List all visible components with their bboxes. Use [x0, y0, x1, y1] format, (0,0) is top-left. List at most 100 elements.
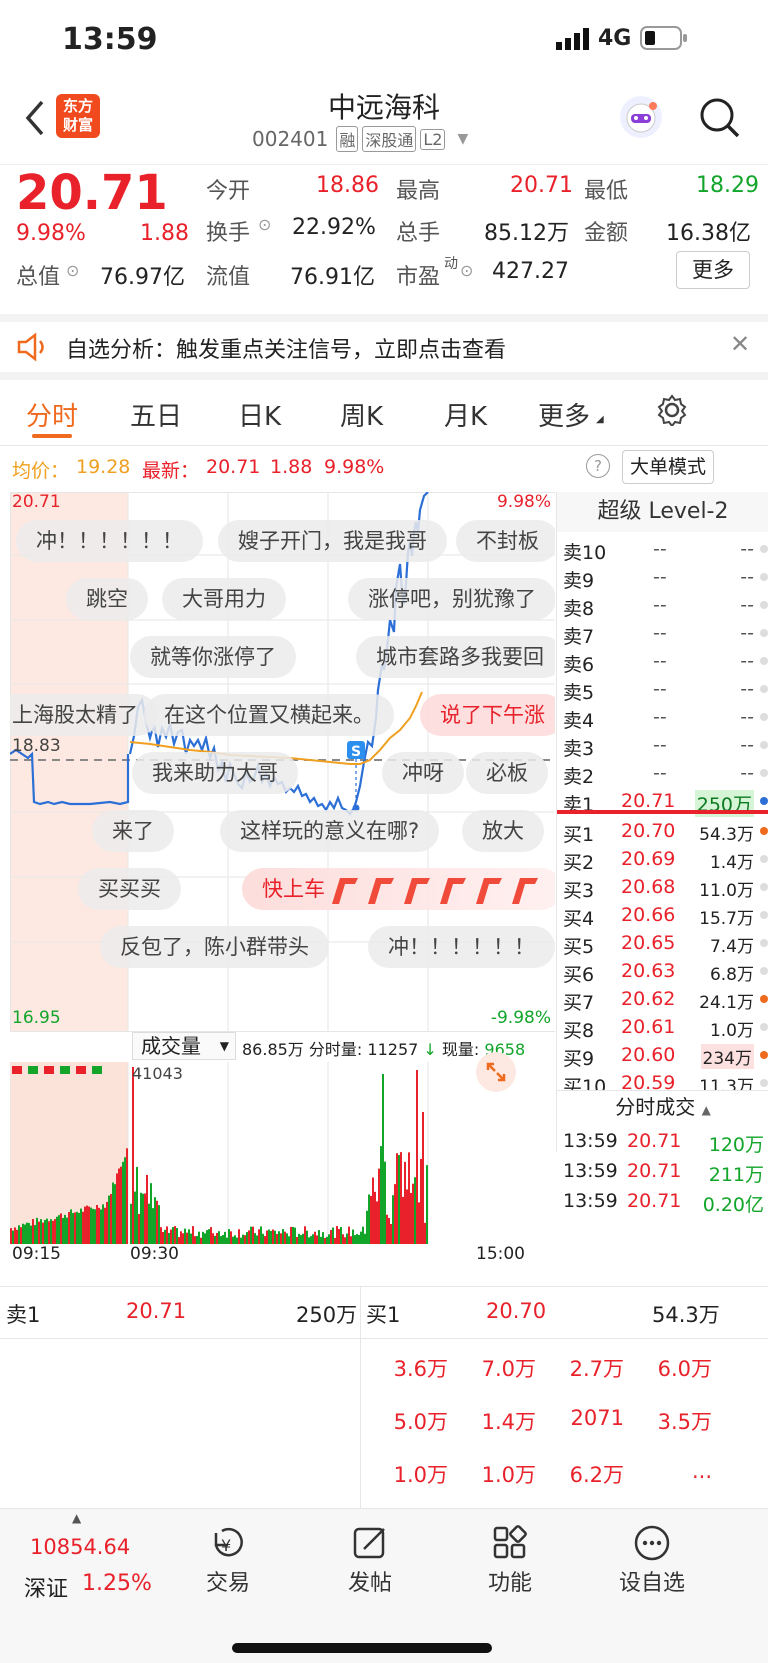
danmaku-bubble[interactable]: 不封板	[456, 520, 555, 562]
volume-bar	[26, 1222, 28, 1244]
tab-intraday[interactable]: 分时	[26, 396, 78, 433]
bid-row[interactable]: 买1 20.70 54.3万	[563, 818, 768, 847]
big-order-mode-button[interactable]: 大单模式	[622, 450, 714, 484]
bid-row[interactable]: 买7 20.62 24.1万	[563, 986, 768, 1015]
indicator-selector[interactable]: 成交量 ▼	[132, 1032, 236, 1060]
info-icon[interactable]: ⊙	[66, 261, 79, 280]
intraday-chart[interactable]: S 20.71 9.98% 18.83 16.95 -9.98% 冲！！！！！！…	[10, 492, 555, 1032]
ask-row[interactable]: 卖2 -- --	[563, 760, 768, 789]
tab-five-day[interactable]: 五日	[130, 396, 182, 433]
tab-trade[interactable]: ¥ 交易	[168, 1523, 288, 1597]
volume-bar	[30, 1225, 32, 1244]
trades-title[interactable]: 分时成交 ▲	[557, 1090, 768, 1124]
volume-bar	[246, 1232, 248, 1244]
danmaku-bubble[interactable]: 在这个位置又横起来。	[144, 694, 394, 736]
danmaku-bubble-hot[interactable]: 说了下午涨	[420, 694, 555, 736]
ask-row[interactable]: 卖9 -- --	[563, 564, 768, 593]
queue-cell: 7.0万	[481, 1357, 536, 1381]
bid-row[interactable]: 买5 20.65 7.4万	[563, 930, 768, 959]
level2-panel: 超级 Level-2 卖10 -- -- 卖9 -- -- 卖8 -- -- 卖7 -- -- 卖6 --…	[556, 492, 768, 1216]
danmaku-bubble[interactable]: 嫂子开门，我是我哥	[218, 520, 447, 562]
danmaku-bubble[interactable]: 上海股太精了	[10, 694, 158, 736]
bid-price: 20.62	[621, 988, 676, 1010]
index-name[interactable]: 深证	[24, 1571, 68, 1603]
dropdown-icon[interactable]: ▼	[457, 131, 468, 147]
ask-row[interactable]: 卖7 -- --	[563, 620, 768, 649]
tab-month-k[interactable]: 月K	[444, 396, 487, 433]
index-pct[interactable]: 1.25%	[82, 1571, 152, 1596]
bid-row[interactable]: 买8 20.61 1.0万	[563, 1014, 768, 1043]
volume-bar	[394, 1184, 396, 1244]
volume-bar	[318, 1230, 320, 1244]
minute-vol-label: 分时量:	[308, 1040, 363, 1059]
bid-price: 20.69	[621, 848, 676, 870]
robot-assistant-icon[interactable]	[620, 96, 662, 138]
danmaku-bubble[interactable]: 大哥用力	[162, 578, 286, 620]
danmaku-bubble[interactable]: 买买买	[78, 868, 181, 910]
danmaku-bubble[interactable]: 放大	[462, 810, 544, 852]
bid-row[interactable]: 买6 20.63 6.8万	[563, 958, 768, 987]
signal-banner[interactable]: 自选分析：触发重点关注信号，立即点击查看 ✕	[0, 314, 768, 380]
tab-week-k[interactable]: 周K	[340, 396, 383, 433]
queue-cell: ...	[691, 1459, 712, 1483]
tab-more[interactable]: 更多	[538, 396, 590, 433]
bid-row[interactable]: 买2 20.69 1.4万	[563, 846, 768, 875]
trade-row[interactable]: 13:59 20.71 0.20亿	[563, 1188, 768, 1217]
latest-change: 1.88	[270, 456, 313, 478]
network-type: 4G	[598, 26, 632, 51]
danmaku-bubble[interactable]: 跳空	[66, 578, 148, 620]
tab-set-watchlist[interactable]: 设自选	[592, 1523, 712, 1597]
danmaku-bubble[interactable]: 城市套路多我要回	[356, 636, 555, 678]
search-icon[interactable]	[698, 96, 742, 144]
settings-gear-icon[interactable]	[656, 394, 688, 430]
volume-bar	[192, 1226, 194, 1244]
danmaku-bubble[interactable]: 涨停吧，别犹豫了	[348, 578, 555, 620]
bid-row[interactable]: 买3 20.68 11.0万	[563, 874, 768, 903]
volume-bar	[424, 1222, 426, 1244]
volume-bar	[342, 1234, 344, 1244]
turnover-info-icon[interactable]: ⊙	[258, 215, 271, 234]
danmaku-bubble[interactable]: 必板	[466, 752, 548, 794]
close-icon[interactable]: ✕	[730, 330, 750, 358]
ask-row[interactable]: 卖6 -- --	[563, 648, 768, 677]
index-value[interactable]: 10854.64	[30, 1535, 130, 1559]
volume-bar	[380, 1146, 382, 1244]
ask-row[interactable]: 卖3 -- --	[563, 732, 768, 761]
volume-bars-svg	[10, 1062, 429, 1244]
danmaku-bubble[interactable]: 冲呀	[382, 752, 464, 794]
ask-row[interactable]: 卖8 -- --	[563, 592, 768, 621]
volume-bar	[304, 1226, 306, 1244]
bid-row[interactable]: 买4 20.66 15.7万	[563, 902, 768, 931]
bid-row[interactable]: 买9 20.60 234万	[563, 1042, 768, 1071]
danmaku-bubble-hot[interactable]: 快上车	[242, 868, 555, 910]
volume-bar	[356, 1234, 358, 1244]
trade-row[interactable]: 13:59 20.71 120万	[563, 1128, 768, 1157]
volume-bar	[294, 1227, 296, 1244]
avg-value: 19.28	[76, 456, 131, 478]
auction-top-bar	[76, 1066, 86, 1074]
pe-info-icon[interactable]: ⊙	[460, 261, 473, 280]
danmaku-bubble[interactable]: 我来助力大哥	[132, 752, 298, 794]
more-button[interactable]: 更多	[676, 251, 750, 289]
danmaku-bubble[interactable]: 冲！！！！！！	[16, 520, 203, 562]
danmaku-bubble[interactable]: 冲！！！！！！	[368, 926, 555, 968]
tab-post[interactable]: 发帖	[310, 1523, 430, 1597]
danmaku-bubble[interactable]: 就等你涨停了	[130, 636, 296, 678]
ask-row[interactable]: 卖5 -- --	[563, 676, 768, 705]
bid-row[interactable]: 买10 20.59 11.3万	[563, 1070, 768, 1090]
level2-title[interactable]: 超级 Level-2	[557, 492, 768, 532]
danmaku-bubble[interactable]: 来了	[92, 810, 174, 852]
ask-row[interactable]: 卖4 -- --	[563, 704, 768, 733]
danmaku-bubble[interactable]: 反包了，陈小群带头	[100, 926, 329, 968]
trade-row[interactable]: 13:59 20.71 211万	[563, 1158, 768, 1187]
volume-panel[interactable]: 成交量 ▼ 86.85万 分时量: 11257 ↓ 现量: 9658 41043…	[10, 1032, 555, 1264]
volume-bar	[410, 1192, 412, 1244]
help-icon[interactable]: ?	[586, 454, 610, 478]
tab-day-k[interactable]: 日K	[238, 396, 281, 433]
tab-functions[interactable]: 功能	[450, 1523, 570, 1597]
volume-bar	[50, 1219, 52, 1244]
expand-icon[interactable]	[476, 1052, 516, 1092]
ask-level: 卖4	[563, 710, 595, 732]
ask-row[interactable]: 卖10 -- --	[563, 536, 768, 565]
danmaku-bubble[interactable]: 这样玩的意义在哪?	[220, 810, 440, 852]
